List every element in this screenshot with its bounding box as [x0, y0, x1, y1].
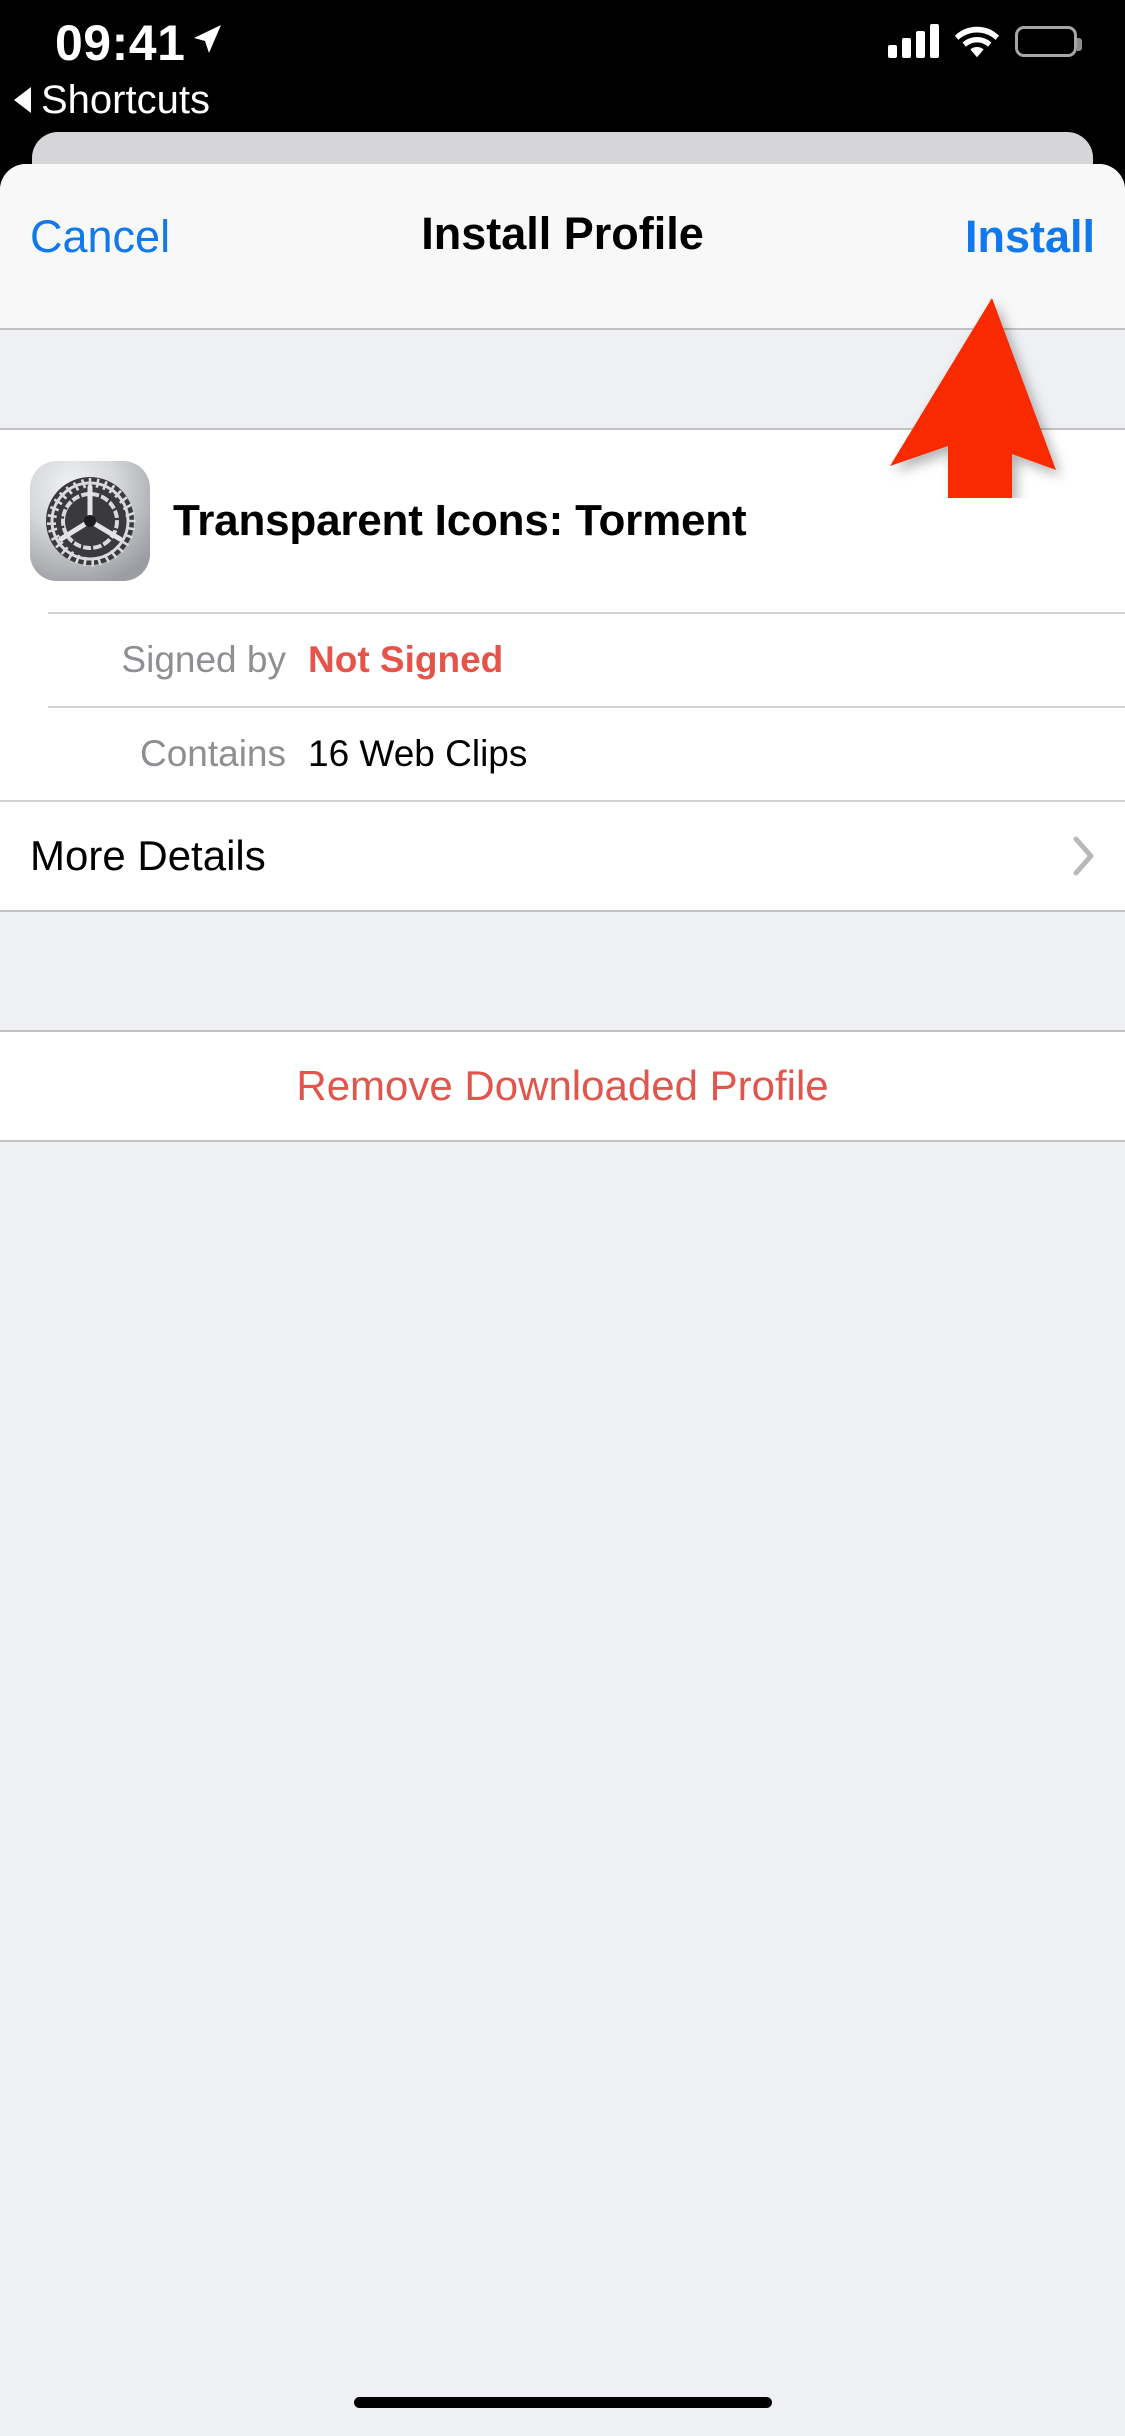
profile-name: Transparent Icons: Torment	[173, 496, 747, 545]
more-details-label: More Details	[30, 832, 266, 879]
battery-full-icon	[1015, 25, 1082, 57]
remove-profile-group: Remove Downloaded Profile	[0, 1032, 1125, 1142]
more-details-row[interactable]: More Details	[0, 800, 1125, 910]
sheet-navigation-bar: Cancel Install Profile Install	[0, 164, 1125, 330]
section-gap-middle	[0, 912, 1125, 1032]
iphone-screen: 09:41 Shortcuts Cancel Install Profile I…	[0, 0, 1125, 2436]
status-bar: 09:41 Shortcuts	[0, 0, 1125, 132]
status-bar-indicators	[888, 24, 1082, 58]
wifi-icon	[955, 26, 999, 58]
location-arrow-icon	[194, 25, 221, 53]
install-button[interactable]: Install	[965, 214, 1095, 259]
profile-header-row: Transparent Icons: Torment	[0, 430, 1125, 612]
detail-label: Contains	[139, 733, 286, 774]
settings-gear-icon	[30, 461, 150, 581]
profile-info-group: Transparent Icons: Torment Signed by Not…	[0, 430, 1125, 912]
install-profile-sheet: Cancel Install Profile Install Transpare…	[0, 164, 1125, 2436]
detail-value-contains: 16 Web Clips	[308, 733, 528, 774]
status-bar-clock: 09:41	[55, 15, 186, 71]
back-label: Shortcuts	[41, 78, 210, 122]
signal-bars-icon	[888, 24, 939, 58]
detail-row-contains: Contains 16 Web Clips	[48, 706, 1125, 800]
home-indicator[interactable]	[353, 2397, 772, 2408]
detail-label: Signed by	[121, 639, 286, 680]
chevron-right-icon	[1073, 836, 1094, 876]
back-triangle-icon	[14, 87, 31, 113]
remove-downloaded-profile-button[interactable]: Remove Downloaded Profile	[0, 1032, 1125, 1140]
page-title: Install Profile	[421, 208, 704, 259]
detail-row-signed-by: Signed by Not Signed	[48, 612, 1125, 706]
remove-downloaded-profile-label: Remove Downloaded Profile	[296, 1062, 829, 1109]
back-to-shortcuts-button[interactable]: Shortcuts	[14, 80, 210, 120]
section-gap-top	[0, 330, 1125, 430]
detail-value-signed-by: Not Signed	[308, 639, 504, 680]
